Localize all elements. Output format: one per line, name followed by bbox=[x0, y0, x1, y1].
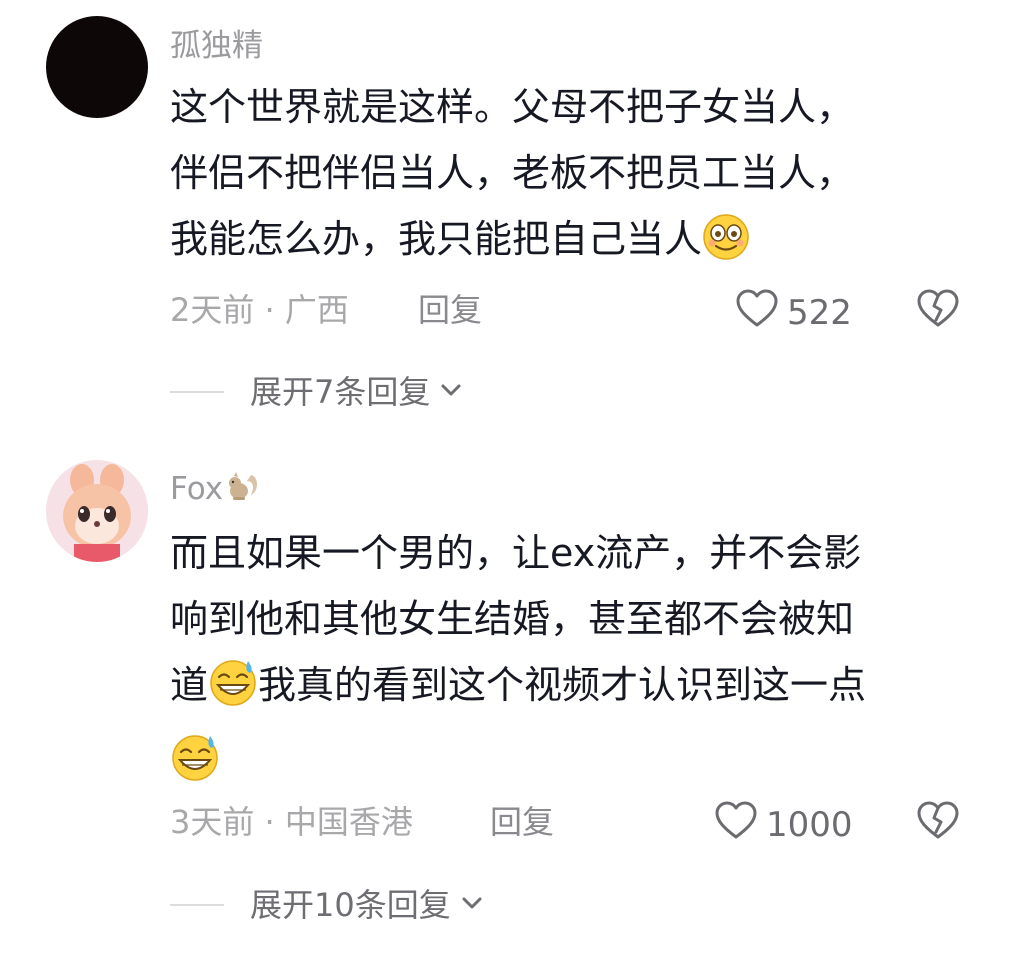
like-button[interactable]: 522 bbox=[735, 288, 852, 337]
comment-username[interactable]: 孤独精 bbox=[170, 28, 263, 64]
expand-replies-label: 展开10条回复 bbox=[250, 886, 451, 924]
expand-replies-button[interactable]: 展开7条回复 bbox=[170, 372, 462, 412]
chevron-down-icon bbox=[461, 895, 483, 915]
comment-line: 道 我真的看到这个视频才认识到这一点 bbox=[170, 652, 970, 727]
comment-line-text: 我能怎么办，我只能把自己当人 bbox=[170, 217, 703, 261]
broken-heart-icon bbox=[916, 801, 960, 844]
comment-line: 我能怎么办，我只能把自己当人 bbox=[170, 206, 970, 281]
squirrel-icon bbox=[225, 471, 261, 511]
comment-line: 而且如果一个男的，让ex流产，并不会影 bbox=[170, 531, 862, 575]
like-count: 1000 bbox=[766, 804, 853, 845]
like-button[interactable]: 1000 bbox=[714, 800, 853, 849]
comment-meta: 3天前 · 中国香港 bbox=[170, 803, 413, 841]
avatar[interactable] bbox=[46, 16, 148, 118]
divider bbox=[170, 391, 224, 393]
comment-text: 而且如果一个男的，让ex流产，并不会影 响到他和其他女生结婚，甚至都不会被知 道… bbox=[170, 520, 970, 802]
comment-line bbox=[170, 727, 970, 802]
dislike-button[interactable] bbox=[916, 288, 960, 332]
comment-text: 这个世界就是这样。父母不把子女当人， 伴侣不把伴侣当人，老板不把员工当人， 我能… bbox=[170, 74, 970, 281]
divider bbox=[170, 904, 224, 906]
dizzy-smile-emoji-icon bbox=[702, 213, 750, 281]
comment-line: 伴侣不把伴侣当人，老板不把员工当人， bbox=[170, 151, 855, 195]
heart-icon bbox=[735, 288, 779, 337]
comment-line: 这个世界就是这样。父母不把子女当人， bbox=[170, 85, 855, 129]
comment-meta: 2天前 · 广西 bbox=[170, 291, 349, 329]
expand-replies-label: 展开7条回复 bbox=[250, 373, 431, 411]
reply-button[interactable]: 回复 bbox=[490, 802, 554, 842]
comment-line-text: 道 bbox=[170, 663, 209, 707]
avatar[interactable] bbox=[46, 460, 148, 562]
comment-line: 响到他和其他女生结婚，甚至都不会被知 bbox=[170, 597, 855, 641]
like-count: 522 bbox=[787, 292, 852, 333]
broken-heart-icon bbox=[916, 289, 960, 332]
dislike-button[interactable] bbox=[916, 800, 960, 844]
chevron-down-icon bbox=[440, 382, 462, 402]
reply-button[interactable]: 回复 bbox=[418, 290, 482, 330]
comment-username[interactable]: Fox bbox=[170, 471, 261, 511]
heart-icon bbox=[714, 800, 758, 849]
grin-sweat-emoji-icon bbox=[208, 657, 258, 727]
comment-line-text: 我真的看到这个视频才认识到这一点 bbox=[258, 663, 867, 707]
grin-sweat-emoji-icon bbox=[170, 732, 220, 802]
expand-replies-button[interactable]: 展开10条回复 bbox=[170, 885, 483, 925]
username-text: Fox bbox=[170, 471, 224, 507]
